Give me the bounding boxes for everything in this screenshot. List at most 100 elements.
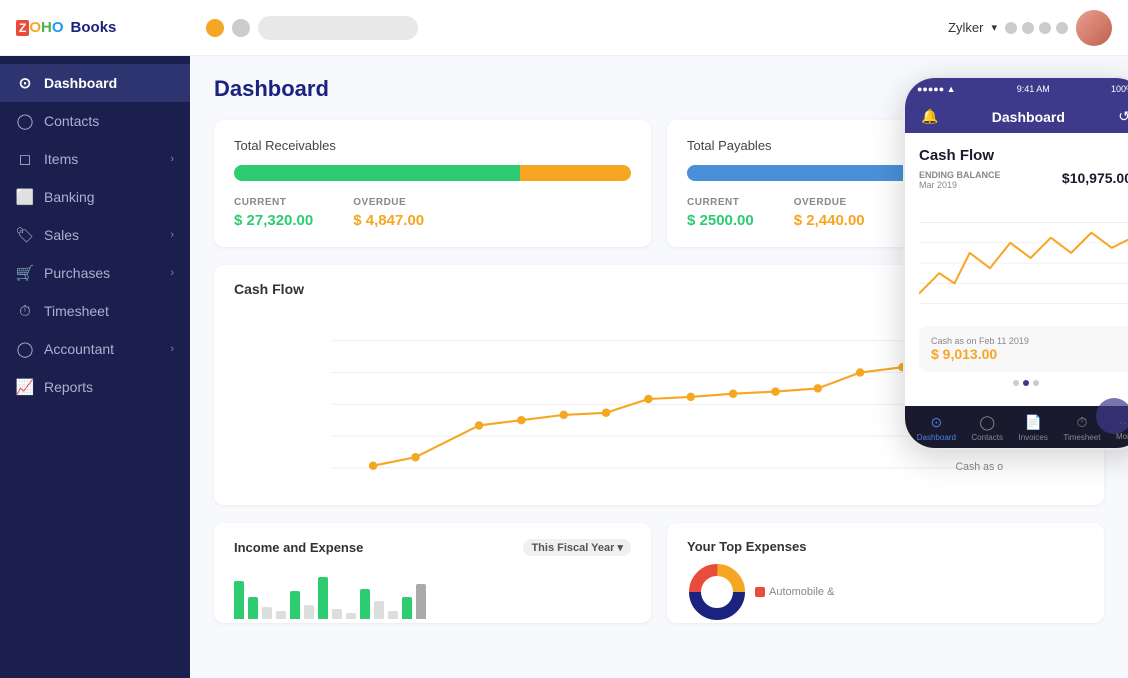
sidebar: ⊙ Dashboard ◯ Contacts ◻ Items › ⬜ Banki…: [0, 56, 190, 678]
phone-nav-dashboard[interactable]: ⊙ Dashboard: [917, 414, 956, 442]
bar-4: [276, 611, 286, 619]
phone-refresh-icon[interactable]: ↺: [1118, 108, 1128, 125]
phone-footer-value: $ 9,013.00: [931, 346, 1120, 362]
sales-chevron: ›: [170, 229, 174, 241]
receivables-current-label: CURRENT: [234, 197, 313, 208]
sales-icon: 🏷: [16, 226, 34, 244]
sidebar-label-dashboard: Dashboard: [44, 75, 117, 91]
income-expense-bars: [234, 564, 631, 619]
phone-time: 9:41 AM: [1017, 84, 1050, 94]
phone-balance-label: ENDING BALANCE: [919, 170, 1001, 180]
sidebar-item-items[interactable]: ◻ Items ›: [0, 140, 190, 178]
phone-nav-dashboard-icon: ⊙: [930, 414, 942, 431]
items-chevron: ›: [170, 153, 174, 165]
phone-nav-timesheet[interactable]: ⏱ Timesheet: [1063, 414, 1100, 442]
sidebar-label-purchases: Purchases: [44, 265, 110, 281]
phone-section-title: Cash Flow: [919, 147, 1128, 164]
expenses-legend-text: Automobile &: [769, 586, 834, 598]
phone-balance-value: $10,975.00: [1062, 170, 1128, 186]
sidebar-item-dashboard[interactable]: ⊙ Dashboard: [0, 64, 190, 102]
phone-pagination-dots: [919, 380, 1128, 386]
bar-9: [346, 613, 356, 619]
sidebar-item-accountant[interactable]: ◯ Accountant ›: [0, 330, 190, 368]
phone-dot-1: [1013, 380, 1019, 386]
topbar-status-dots: [1005, 22, 1068, 34]
topbar: ZOHO Books Zylker ▾: [0, 0, 1128, 56]
receivables-title: Total Receivables: [234, 138, 631, 153]
total-receivables-card: Total Receivables CURRENT $ 27,320.00 OV…: [214, 120, 651, 247]
topbar-indicator: [206, 19, 224, 37]
expenses-legend: Automobile &: [755, 586, 834, 598]
phone-balance-info: ENDING BALANCE Mar 2019: [919, 170, 1001, 190]
phone-fab[interactable]: [1096, 398, 1128, 434]
top-expenses-content: Automobile &: [687, 562, 1084, 622]
payables-overdue-value: $ 2,440.00: [794, 212, 865, 229]
bar-6: [304, 605, 314, 619]
purchases-chevron: ›: [170, 267, 174, 279]
phone-nav-bar: 🔔 Dashboard ↺: [905, 100, 1128, 133]
phone-nav-timesheet-icon: ⏱: [1076, 414, 1087, 431]
bar-10: [360, 589, 370, 619]
top-expenses-card: Your Top Expenses Automobile &: [667, 523, 1104, 623]
sidebar-item-banking[interactable]: ⬜ Banking: [0, 178, 190, 216]
sidebar-item-reports[interactable]: 📈 Reports: [0, 368, 190, 406]
phone-nav-title: Dashboard: [992, 109, 1065, 125]
bottom-cards-row: Income and Expense This Fiscal Year ▾: [214, 523, 1104, 623]
top-expenses-title: Your Top Expenses: [687, 539, 1084, 554]
avatar[interactable]: [1076, 10, 1112, 46]
receivables-current-block: CURRENT $ 27,320.00: [234, 197, 313, 229]
income-expense-title: Income and Expense This Fiscal Year ▾: [234, 539, 631, 556]
bar-2: [248, 597, 258, 619]
phone-nav-contacts-label: Contacts: [971, 433, 1003, 442]
income-expense-card: Income and Expense This Fiscal Year ▾: [214, 523, 651, 623]
payables-overdue-label: OVERDUE: [794, 197, 865, 208]
phone-nav-invoices-icon: 📄: [1024, 414, 1041, 431]
phone-signal: ●●●●● ▲: [917, 84, 956, 94]
phone-bottom-nav: ⊙ Dashboard ◯ Contacts 📄 Invoices ⏱ Time…: [905, 406, 1128, 448]
sidebar-item-contacts[interactable]: ◯ Contacts: [0, 102, 190, 140]
sidebar-item-sales[interactable]: 🏷 Sales ›: [0, 216, 190, 254]
phone-nav-contacts-icon: ◯: [979, 414, 995, 431]
phone-nav-invoices-label: Invoices: [1019, 433, 1048, 442]
purchases-icon: 🛒: [16, 264, 34, 282]
banking-icon: ⬜: [16, 188, 34, 206]
logo-books-text: Books: [71, 19, 117, 36]
bar-8: [332, 609, 342, 619]
fiscal-filter[interactable]: This Fiscal Year ▾: [523, 539, 631, 556]
phone-bell-icon[interactable]: 🔔: [921, 108, 938, 125]
receivables-overdue-block: OVERDUE $ 4,847.00: [353, 197, 424, 229]
top-expenses-label: Your Top Expenses: [687, 539, 806, 554]
phone-chart-svg: [919, 198, 1128, 318]
phone-balance-date: Mar 2019: [919, 180, 1001, 190]
bar-12: [388, 611, 398, 619]
user-name[interactable]: Zylker: [948, 20, 983, 35]
sidebar-label-banking: Banking: [44, 189, 95, 205]
main-layout: ⊙ Dashboard ◯ Contacts ◻ Items › ⬜ Banki…: [0, 56, 1128, 678]
sidebar-item-timesheet[interactable]: ⏱ Timesheet: [0, 292, 190, 330]
reports-icon: 📈: [16, 378, 34, 396]
sidebar-item-purchases[interactable]: 🛒 Purchases ›: [0, 254, 190, 292]
contacts-icon: ◯: [16, 112, 34, 130]
sidebar-label-items: Items: [44, 151, 78, 167]
payables-current-block: CURRENT $ 2500.00: [687, 197, 754, 229]
phone-content: Cash Flow ENDING BALANCE Mar 2019 $10,97…: [905, 133, 1128, 406]
phone-dot-3: [1033, 380, 1039, 386]
timesheet-icon: ⏱: [16, 302, 34, 320]
sidebar-label-reports: Reports: [44, 379, 93, 395]
phone-balance-row: ENDING BALANCE Mar 2019 $10,975.00: [919, 170, 1128, 190]
phone-status-bar: ●●●●● ▲ 9:41 AM 100%: [905, 78, 1128, 100]
expenses-donut: [687, 562, 747, 622]
sidebar-label-accountant: Accountant: [44, 341, 114, 357]
phone-chart: [919, 198, 1128, 318]
sidebar-label-sales: Sales: [44, 227, 79, 243]
bar-14: [416, 584, 426, 619]
payables-current-value: $ 2500.00: [687, 212, 754, 229]
sidebar-label-timesheet: Timesheet: [44, 303, 109, 319]
phone-footer-card: Cash as on Feb 11 2019 $ 9,013.00: [919, 326, 1128, 372]
user-dropdown-icon[interactable]: ▾: [991, 21, 997, 34]
topbar-search-bar: [258, 16, 418, 40]
bar-11: [374, 601, 384, 619]
topbar-indicator2: [232, 19, 250, 37]
phone-nav-contacts[interactable]: ◯ Contacts: [971, 414, 1003, 442]
phone-nav-invoices[interactable]: 📄 Invoices: [1019, 414, 1048, 442]
